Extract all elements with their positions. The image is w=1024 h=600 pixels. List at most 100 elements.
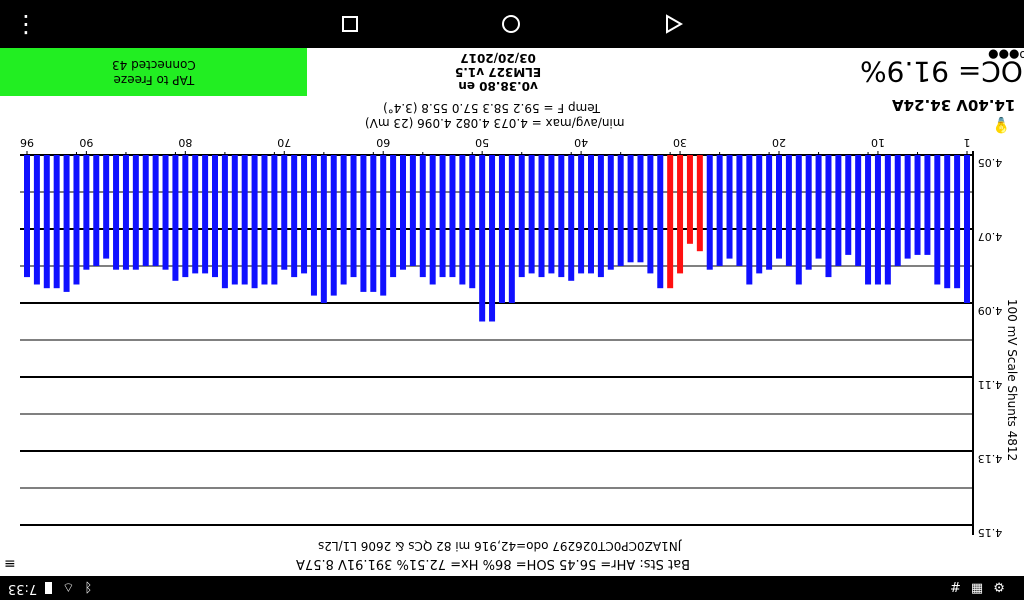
cell-bar-25 (726, 155, 733, 259)
cell-bar-11 (865, 155, 872, 285)
cell-bar-79 (192, 155, 199, 274)
cell-bar-16 (815, 155, 822, 259)
cell-bar-51 (469, 155, 476, 289)
cell-bar-70 (281, 155, 288, 270)
hash-icon: # (950, 580, 961, 596)
chart-y-ticks: 4.05 4.07 4.09 4.11 4.13 4.15 (978, 156, 1003, 539)
cell-bar-1 (964, 155, 970, 303)
x-tick-label: 50 (475, 136, 489, 149)
cell-bar-81 (172, 155, 179, 281)
cell-bar-19 (785, 155, 792, 266)
cell-bar-75 (231, 155, 238, 285)
cell-bar-5 (924, 155, 931, 255)
cell-bar-30 (677, 155, 684, 274)
y-tick-label: 4.05 (978, 156, 1003, 169)
status-icons-left: 7:33 ⌔ ᛒ (8, 576, 92, 600)
cell-bar-26 (716, 155, 723, 266)
cell-bar-15 (825, 155, 832, 278)
cell-bar-47 (508, 155, 515, 303)
y-tick-label: 4.07 (978, 230, 1003, 243)
cell-bar-67 (310, 155, 317, 296)
cell-bar-34 (637, 155, 644, 263)
cell-bar-88 (103, 155, 110, 259)
x-tick-label: 10 (871, 136, 885, 149)
elm-version: ELM327 v1.5 (455, 65, 542, 79)
cell-bar-68 (301, 155, 308, 274)
cell-bar-65 (330, 155, 337, 296)
cell-bar-62 (360, 155, 367, 292)
cell-bar-27 (706, 155, 713, 270)
overflow-menu-button[interactable]: ⋮ (0, 0, 52, 48)
cell-bar-21 (766, 155, 773, 270)
bluetooth-icon: ᛒ (84, 580, 93, 596)
cell-bar-90 (83, 155, 90, 270)
freeze-label: TAP to Freeze (113, 73, 194, 87)
cell-bar-53 (449, 155, 456, 278)
cell-bar-10 (874, 155, 881, 285)
connection-status: Connected 43 (111, 58, 196, 72)
cell-bar-91 (73, 155, 80, 285)
battery-icon (45, 582, 53, 594)
settings-gear-icon: ⚙ (993, 580, 1005, 596)
cell-bar-33 (647, 155, 654, 274)
cell-bar-41 (568, 155, 575, 281)
home-icon (502, 15, 520, 33)
cell-bar-89 (93, 155, 100, 266)
cell-bar-44 (538, 155, 545, 278)
cell-bar-40 (578, 155, 585, 274)
device-icon: ▦ (970, 580, 984, 596)
date-label: 03/20/2017 (460, 51, 536, 65)
min-avg-max-readout: min/avg/max = 4.073 4.082 4.096 (23 mV) (365, 116, 625, 130)
cell-bar-12 (855, 155, 862, 266)
cell-bar-55 (429, 155, 436, 285)
cell-bar-42 (558, 155, 565, 278)
cell-bar-49 (489, 155, 496, 322)
signal-indicator: o●●● (988, 48, 1024, 62)
cell-bar-72 (261, 155, 268, 285)
pack-voltage-current: 14.40V 34.24A (892, 96, 1016, 114)
cell-bar-73 (251, 155, 258, 289)
home-button[interactable] (481, 0, 541, 48)
cell-bar-86 (122, 155, 129, 270)
cell-bar-22 (756, 155, 763, 274)
recents-icon (342, 16, 358, 32)
cell-bar-17 (805, 155, 812, 270)
cell-bar-64 (340, 155, 347, 285)
x-tick-label: 90 (79, 136, 93, 149)
cell-bar-94 (43, 155, 50, 289)
x-tick-label: 30 (673, 136, 687, 149)
cell-bar-14 (835, 155, 842, 266)
cell-bar-35 (627, 155, 634, 263)
chart-bars (24, 155, 970, 322)
navigation-bar: ⋮ (0, 0, 1024, 48)
recents-button[interactable] (320, 0, 380, 48)
hamburger-icon: ≡ (4, 556, 16, 572)
cell-bar-57 (409, 155, 416, 266)
x-tick-label: 60 (376, 136, 390, 149)
cell-bar-37 (607, 155, 614, 270)
cell-bar-82 (162, 155, 169, 270)
tap-to-freeze-button[interactable]: TAP to Freeze Connected 43 (0, 48, 307, 96)
back-button[interactable] (644, 0, 704, 48)
x-tick-label: 40 (574, 136, 588, 149)
cell-bar-7 (904, 155, 911, 259)
hamburger-menu-button[interactable]: ≡ (4, 556, 16, 572)
cell-bar-95 (33, 155, 40, 285)
vin-odometer-line: JN1AZ0CP0CT026297 odo=42,916 mi 82 QCs &… (318, 539, 682, 553)
cell-bar-8 (894, 155, 901, 266)
cell-bar-52 (459, 155, 466, 285)
x-tick-label: 20 (772, 136, 786, 149)
cell-bar-56 (419, 155, 426, 278)
cell-bar-63 (350, 155, 357, 278)
cell-bar-69 (291, 155, 298, 278)
cell-bar-60 (380, 155, 387, 296)
cell-bar-54 (439, 155, 446, 278)
cell-bar-61 (370, 155, 377, 292)
cell-bar-77 (212, 155, 218, 278)
back-icon (666, 14, 683, 34)
status-bar: 7:33 ⌔ ᛒ # ▦ ⚙ (0, 576, 1024, 600)
cell-bar-45 (528, 155, 535, 274)
y-tick-label: 4.09 (978, 304, 1003, 317)
cell-bar-76 (221, 155, 228, 289)
x-tick-label: 1 (964, 136, 971, 149)
